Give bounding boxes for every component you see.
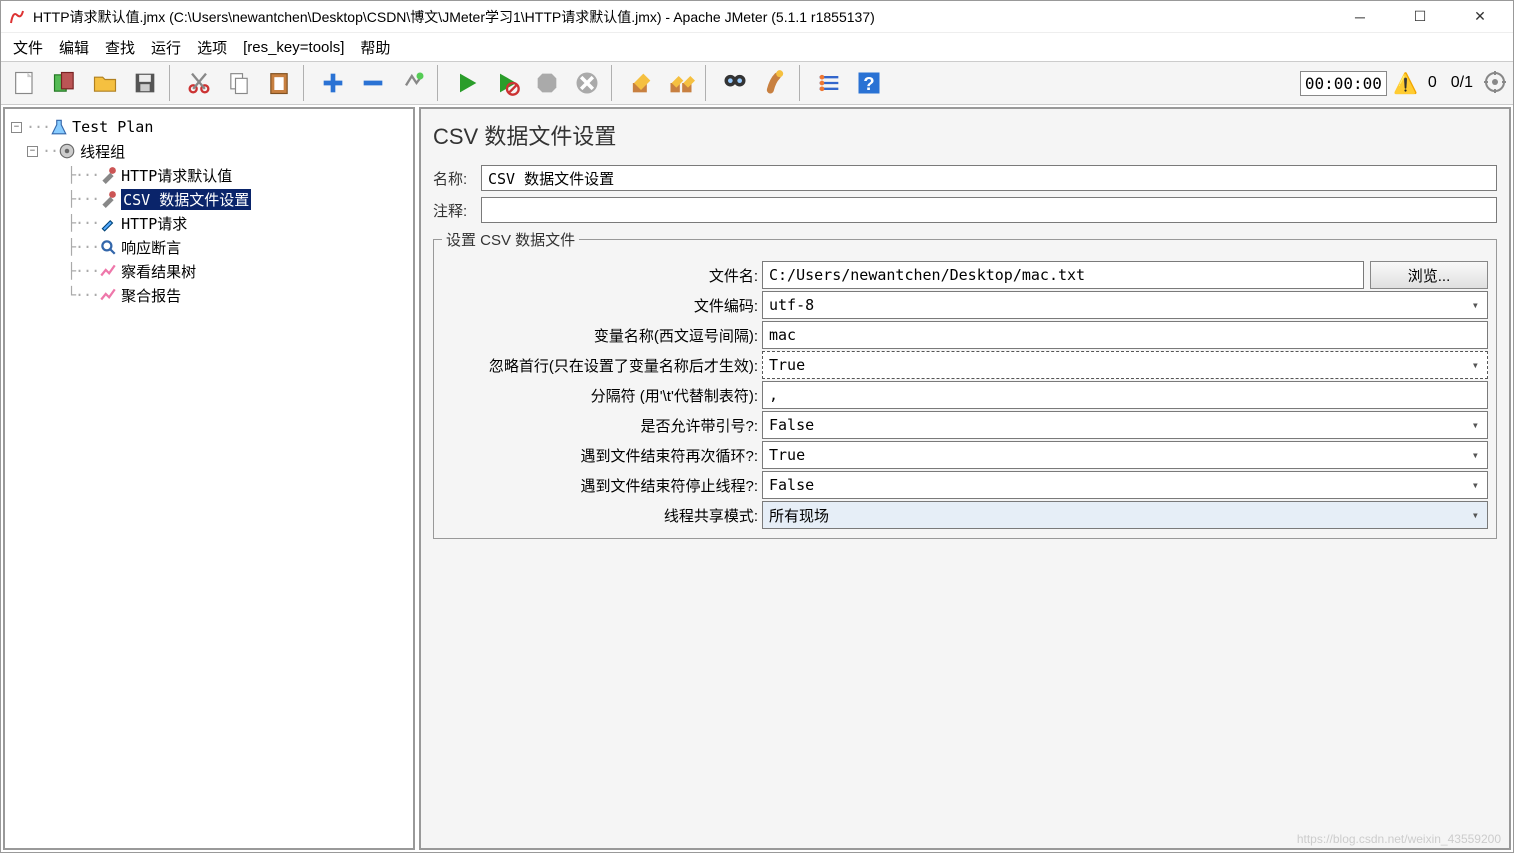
flask-icon <box>50 118 68 136</box>
tree-item-aggregate[interactable]: └··· 聚合报告 <box>11 283 407 307</box>
chart-icon <box>99 262 117 280</box>
watermark: https://blog.csdn.net/weixin_43559200 <box>1297 832 1501 846</box>
config-panel: CSV 数据文件设置 名称: 注释: 设置 CSV 数据文件 文件名: 浏览..… <box>419 107 1511 850</box>
stopeof-select[interactable]: False▾ <box>762 471 1488 499</box>
warning-icon[interactable]: ⚠️ <box>1393 71 1418 96</box>
open-button[interactable] <box>87 65 123 101</box>
tree-item-http-defaults[interactable]: ├··· HTTP请求默认值 <box>11 163 407 187</box>
wrench-icon <box>99 166 117 184</box>
delimiter-input[interactable] <box>762 381 1488 409</box>
chevron-down-icon: ▾ <box>1472 448 1481 462</box>
clear-all-button[interactable] <box>663 65 699 101</box>
menu-file[interactable]: 文件 <box>7 35 49 60</box>
gear-icon[interactable] <box>1483 70 1507 97</box>
tree-toggle-icon[interactable]: − <box>11 122 22 133</box>
tree-item-csv-config[interactable]: ├··· CSV 数据文件设置 <box>11 187 407 211</box>
window-title: HTTP请求默认值.jmx (C:\Users\newantchen\Deskt… <box>33 7 1345 27</box>
collapse-button[interactable] <box>355 65 391 101</box>
titlebar: HTTP请求默认值.jmx (C:\Users\newantchen\Deskt… <box>1 1 1513 33</box>
csv-fieldset: 设置 CSV 数据文件 文件名: 浏览... 文件编码: utf-8▾ 变量名称… <box>433 229 1497 539</box>
toolbar: ? 00:00:00 ⚠️ 0 0/1 <box>1 61 1513 105</box>
menu-find[interactable]: 查找 <box>99 35 141 60</box>
menubar: 文件 编辑 查找 运行 选项 [res_key=tools] 帮助 <box>1 33 1513 61</box>
ignorefirst-select[interactable]: True▾ <box>762 351 1488 379</box>
thread-counter: 0/1 <box>1447 74 1477 92</box>
start-button[interactable] <box>449 65 485 101</box>
save-button[interactable] <box>127 65 163 101</box>
share-select[interactable]: 所有现场▾ <box>762 501 1488 529</box>
cut-button[interactable] <box>181 65 217 101</box>
help-button[interactable]: ? <box>851 65 887 101</box>
chart-icon <box>99 286 117 304</box>
chevron-down-icon: ▾ <box>1472 358 1481 372</box>
start-noTimers-button[interactable] <box>489 65 525 101</box>
stop-button[interactable] <box>529 65 565 101</box>
comment-input[interactable] <box>481 197 1497 223</box>
filename-label: 文件名: <box>442 265 762 286</box>
menu-help[interactable]: 帮助 <box>354 35 396 60</box>
recycle-select[interactable]: True▾ <box>762 441 1488 469</box>
varnames-input[interactable] <box>762 321 1488 349</box>
minimize-button[interactable]: ─ <box>1345 5 1375 29</box>
stopeof-label: 遇到文件结束符停止线程?: <box>442 475 762 496</box>
name-label: 名称: <box>433 168 481 189</box>
dropper-icon <box>99 214 117 232</box>
templates-button[interactable] <box>47 65 83 101</box>
menu-run[interactable]: 运行 <box>145 35 187 60</box>
menu-edit[interactable]: 编辑 <box>53 35 95 60</box>
browse-button[interactable]: 浏览... <box>1370 261 1488 289</box>
menu-options[interactable]: 选项 <box>191 35 233 60</box>
function-helper-button[interactable] <box>811 65 847 101</box>
svg-text:?: ? <box>863 73 874 94</box>
tree-root[interactable]: − ··· Test Plan <box>11 115 407 139</box>
filename-input[interactable] <box>762 261 1364 289</box>
quoted-select[interactable]: False▾ <box>762 411 1488 439</box>
varnames-label: 变量名称(西文逗号间隔): <box>442 325 762 346</box>
share-label: 线程共享模式: <box>442 505 762 526</box>
encoding-select[interactable]: utf-8▾ <box>762 291 1488 319</box>
chevron-down-icon: ▾ <box>1472 418 1481 432</box>
ignorefirst-label: 忽略首行(只在设置了变量名称后才生效): <box>442 355 762 376</box>
warning-count: 0 <box>1424 74 1441 92</box>
paste-button[interactable] <box>261 65 297 101</box>
panel-title: CSV 数据文件设置 <box>433 119 1497 151</box>
wrench-icon <box>99 190 117 208</box>
menu-reskey[interactable]: [res_key=tools] <box>237 37 350 58</box>
quoted-label: 是否允许带引号?: <box>442 415 762 436</box>
copy-button[interactable] <box>221 65 257 101</box>
expand-button[interactable] <box>315 65 351 101</box>
tree-item-assertion[interactable]: ├··· 响应断言 <box>11 235 407 259</box>
chevron-down-icon: ▾ <box>1472 508 1481 522</box>
elapsed-timer: 00:00:00 <box>1300 71 1387 96</box>
fieldset-legend: 设置 CSV 数据文件 <box>442 229 579 250</box>
new-button[interactable] <box>7 65 43 101</box>
reset-search-button[interactable] <box>757 65 793 101</box>
app-icon <box>9 9 25 25</box>
close-button[interactable]: ✕ <box>1465 5 1495 29</box>
encoding-label: 文件编码: <box>442 295 762 316</box>
magnifier-icon <box>99 238 117 256</box>
tree-item-results-tree[interactable]: ├··· 察看结果树 <box>11 259 407 283</box>
comment-label: 注释: <box>433 200 481 221</box>
search-button[interactable] <box>717 65 753 101</box>
name-input[interactable] <box>481 165 1497 191</box>
chevron-down-icon: ▾ <box>1472 478 1481 492</box>
tree-thread-group[interactable]: − ·· 线程组 <box>11 139 407 163</box>
toggle-button[interactable] <box>395 65 431 101</box>
tree-pane[interactable]: − ··· Test Plan − ·· 线程组 ├··· HTTP请求默认值 … <box>3 107 415 850</box>
tree-item-http-request[interactable]: ├··· HTTP请求 <box>11 211 407 235</box>
gear-icon <box>58 142 76 160</box>
chevron-down-icon: ▾ <box>1472 298 1481 312</box>
tree-toggle-icon[interactable]: − <box>27 146 38 157</box>
clear-button[interactable] <box>623 65 659 101</box>
recycle-label: 遇到文件结束符再次循环?: <box>442 445 762 466</box>
maximize-button[interactable]: ☐ <box>1405 5 1435 29</box>
delimiter-label: 分隔符 (用'\t'代替制表符): <box>442 385 762 406</box>
shutdown-button[interactable] <box>569 65 605 101</box>
